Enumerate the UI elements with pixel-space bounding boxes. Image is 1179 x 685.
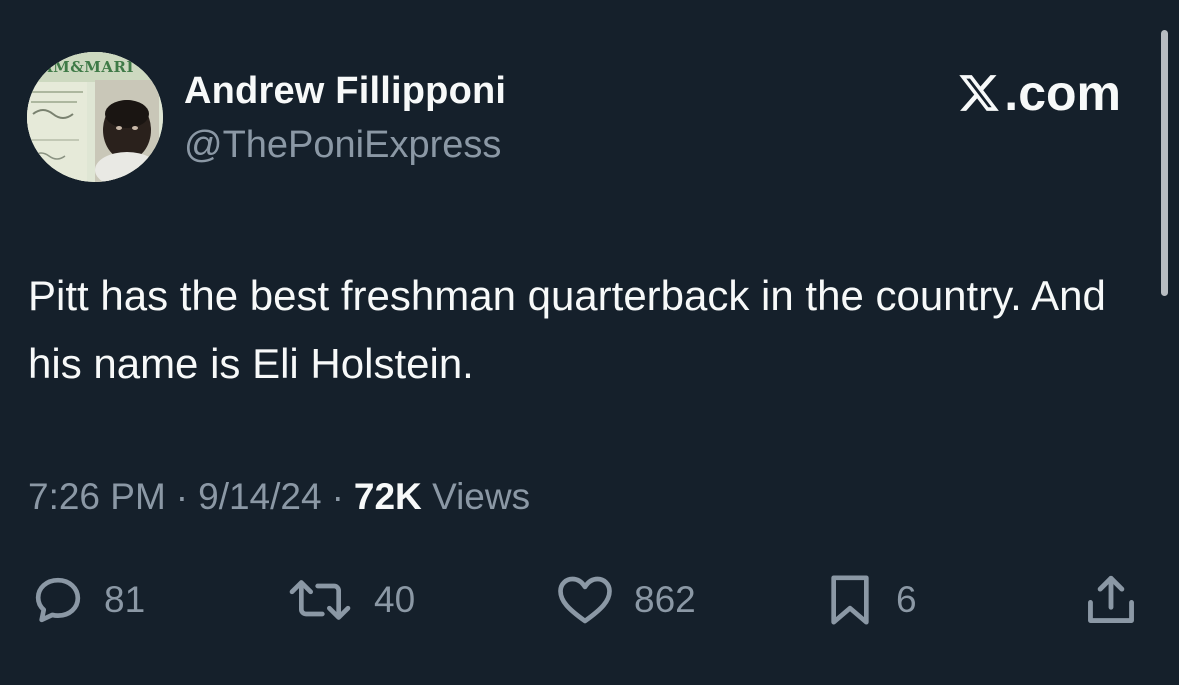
author-name[interactable]: Andrew Fillipponi [184,70,506,113]
heart-icon [558,576,612,624]
bookmark-button[interactable]: 6 [822,570,917,630]
meta-separator: · [175,476,189,517]
scrollbar[interactable] [1161,30,1168,296]
action-bar: 81 40 862 6 [0,570,1179,630]
views-count[interactable]: 72K [354,476,422,517]
brand-label: .com [1004,65,1121,121]
reply-icon [35,577,81,623]
bookmark-icon [831,575,869,625]
tweet-meta: 7:26 PM · 9/14/24 · 72K Views [28,476,530,518]
like-count: 862 [634,579,696,620]
brand-link[interactable]: .com [956,68,1121,118]
avatar[interactable]: AM&MARI [27,52,163,182]
like-button[interactable]: 862 [554,570,696,630]
repost-count: 40 [374,579,416,620]
views-label: Views [432,476,531,517]
reply-count: 81 [104,579,146,620]
bookmark-count: 6 [896,579,917,620]
reply-button[interactable]: 81 [30,570,145,630]
share-icon [1088,575,1134,623]
repost-button[interactable]: 40 [284,570,415,630]
tweet-date[interactable]: 9/14/24 [198,476,321,517]
share-button[interactable] [1082,570,1140,630]
author-handle[interactable]: @ThePoniExpress [184,124,501,167]
x-logo-icon [959,75,1000,111]
meta-separator: · [331,476,344,517]
tweet-time[interactable]: 7:26 PM [28,476,166,517]
repost-icon [289,580,351,620]
avatar-card-text: AM&MARI [41,58,135,76]
tweet-text: Pitt has the best freshman quarterback i… [28,272,1106,387]
